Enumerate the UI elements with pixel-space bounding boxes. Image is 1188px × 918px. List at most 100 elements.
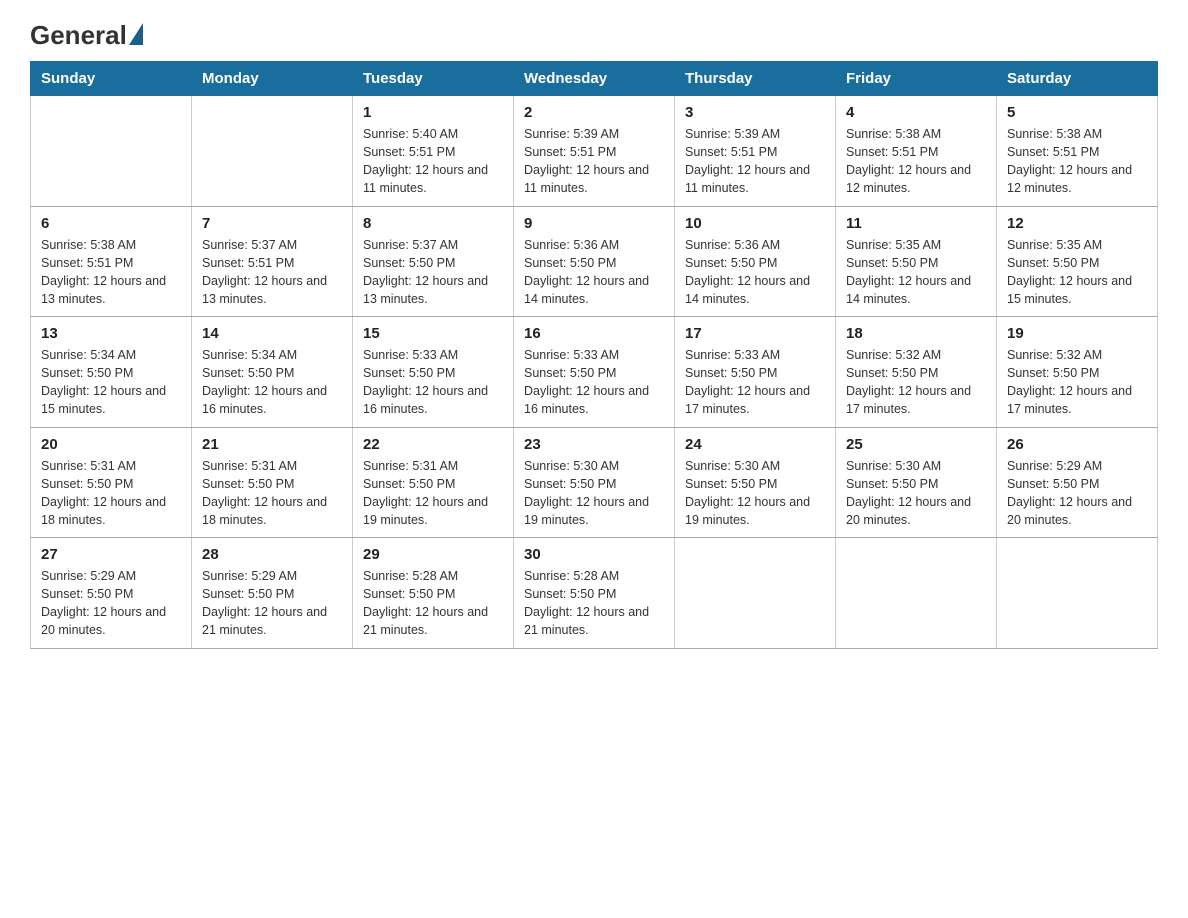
calendar-cell	[675, 538, 836, 649]
logo-triangle-icon	[129, 23, 143, 45]
calendar-cell: 29Sunrise: 5:28 AMSunset: 5:50 PMDayligh…	[353, 538, 514, 649]
day-info: Sunrise: 5:32 AMSunset: 5:50 PMDaylight:…	[1007, 346, 1147, 419]
day-number: 20	[41, 436, 181, 453]
calendar-week-row: 13 Sunrise: 5:34 AMSunset: 5:50 PMDayligh…	[31, 317, 1158, 428]
day-number: 27	[41, 546, 181, 563]
calendar-cell: 5Sunrise: 5:38 AMSunset: 5:51 PMDaylight…	[997, 96, 1158, 207]
day-number: 13	[41, 325, 181, 342]
calendar-cell: 21 Sunrise: 5:31 AMSunset: 5:50 PMDayligh…	[192, 427, 353, 538]
day-info: Sunrise: 5:29 AMSunset: 5:50 PMDaylight:…	[1007, 457, 1147, 530]
page-header: General	[30, 20, 1158, 47]
calendar-cell: 11 Sunrise: 5:35 AMSunset: 5:50 PMDayligh…	[836, 206, 997, 317]
day-number: 16	[524, 325, 664, 342]
calendar-cell: 12 Sunrise: 5:35 AMSunset: 5:50 PMDayligh…	[997, 206, 1158, 317]
day-info: Sunrise: 5:30 AMSunset: 5:50 PMDaylight:…	[846, 457, 986, 530]
calendar-cell: 28Sunrise: 5:29 AMSunset: 5:50 PMDayligh…	[192, 538, 353, 649]
logo-general-text: General	[30, 20, 127, 51]
calendar-cell: 30 Sunrise: 5:28 AMSunset: 5:50 PMDayligh…	[514, 538, 675, 649]
day-number: 18	[846, 325, 986, 342]
day-number: 4	[846, 104, 986, 121]
day-number: 6	[41, 215, 181, 232]
day-number: 11	[846, 215, 986, 232]
column-header-friday: Friday	[836, 62, 997, 96]
day-info: Sunrise: 5:40 AMSunset: 5:51 PMDaylight:…	[363, 125, 503, 198]
column-header-wednesday: Wednesday	[514, 62, 675, 96]
day-number: 5	[1007, 104, 1147, 121]
column-header-monday: Monday	[192, 62, 353, 96]
day-info: Sunrise: 5:35 AMSunset: 5:50 PMDaylight:…	[846, 236, 986, 309]
calendar-cell: 27 Sunrise: 5:29 AMSunset: 5:50 PMDayligh…	[31, 538, 192, 649]
day-info: Sunrise: 5:29 AMSunset: 5:50 PMDaylight:…	[202, 567, 342, 640]
day-number: 10	[685, 215, 825, 232]
calendar-header-row: SundayMondayTuesdayWednesdayThursdayFrid…	[31, 62, 1158, 96]
day-info: Sunrise: 5:37 AMSunset: 5:51 PMDaylight:…	[202, 236, 342, 309]
calendar-cell: 24 Sunrise: 5:30 AMSunset: 5:50 PMDayligh…	[675, 427, 836, 538]
day-number: 12	[1007, 215, 1147, 232]
day-number: 23	[524, 436, 664, 453]
day-info: Sunrise: 5:29 AMSunset: 5:50 PMDaylight:…	[41, 567, 181, 640]
calendar-cell: 9 Sunrise: 5:36 AMSunset: 5:50 PMDaylight…	[514, 206, 675, 317]
column-header-thursday: Thursday	[675, 62, 836, 96]
day-info: Sunrise: 5:33 AMSunset: 5:50 PMDaylight:…	[524, 346, 664, 419]
day-number: 30	[524, 546, 664, 563]
day-number: 9	[524, 215, 664, 232]
calendar-week-row: 20 Sunrise: 5:31 AMSunset: 5:50 PMDayligh…	[31, 427, 1158, 538]
day-number: 26	[1007, 436, 1147, 453]
day-info: Sunrise: 5:31 AMSunset: 5:50 PMDaylight:…	[363, 457, 503, 530]
calendar-cell: 22 Sunrise: 5:31 AMSunset: 5:50 PMDayligh…	[353, 427, 514, 538]
day-number: 3	[685, 104, 825, 121]
day-info: Sunrise: 5:36 AMSunset: 5:50 PMDaylight:…	[524, 236, 664, 309]
calendar-cell	[192, 96, 353, 207]
day-number: 14	[202, 325, 342, 342]
day-number: 1	[363, 104, 503, 121]
calendar-cell: 18 Sunrise: 5:32 AMSunset: 5:50 PMDayligh…	[836, 317, 997, 428]
day-info: Sunrise: 5:28 AMSunset: 5:50 PMDaylight:…	[524, 567, 664, 640]
day-number: 2	[524, 104, 664, 121]
day-info: Sunrise: 5:28 AMSunset: 5:50 PMDaylight:…	[363, 567, 503, 640]
calendar-cell: 7 Sunrise: 5:37 AMSunset: 5:51 PMDaylight…	[192, 206, 353, 317]
calendar-cell: 4 Sunrise: 5:38 AMSunset: 5:51 PMDaylight…	[836, 96, 997, 207]
calendar-table: SundayMondayTuesdayWednesdayThursdayFrid…	[30, 61, 1158, 649]
day-info: Sunrise: 5:37 AMSunset: 5:50 PMDaylight:…	[363, 236, 503, 309]
calendar-cell: 26 Sunrise: 5:29 AMSunset: 5:50 PMDayligh…	[997, 427, 1158, 538]
day-number: 22	[363, 436, 503, 453]
calendar-cell: 23Sunrise: 5:30 AMSunset: 5:50 PMDayligh…	[514, 427, 675, 538]
calendar-cell: 13Sunrise: 5:34 AMSunset: 5:50 PMDayligh…	[31, 317, 192, 428]
calendar-cell: 14 Sunrise: 5:34 AMSunset: 5:50 PMDayligh…	[192, 317, 353, 428]
day-number: 15	[363, 325, 503, 342]
day-info: Sunrise: 5:33 AMSunset: 5:50 PMDaylight:…	[363, 346, 503, 419]
calendar-cell: 8Sunrise: 5:37 AMSunset: 5:50 PMDaylight…	[353, 206, 514, 317]
day-info: Sunrise: 5:31 AMSunset: 5:50 PMDaylight:…	[202, 457, 342, 530]
calendar-cell: 6 Sunrise: 5:38 AMSunset: 5:51 PMDaylight…	[31, 206, 192, 317]
calendar-cell: 25 Sunrise: 5:30 AMSunset: 5:50 PMDayligh…	[836, 427, 997, 538]
calendar-cell: 20 Sunrise: 5:31 AMSunset: 5:50 PMDayligh…	[31, 427, 192, 538]
day-number: 19	[1007, 325, 1147, 342]
day-number: 25	[846, 436, 986, 453]
day-number: 7	[202, 215, 342, 232]
calendar-cell: 3 Sunrise: 5:39 AMSunset: 5:51 PMDaylight…	[675, 96, 836, 207]
column-header-saturday: Saturday	[997, 62, 1158, 96]
calendar-cell: 1 Sunrise: 5:40 AMSunset: 5:51 PMDaylight…	[353, 96, 514, 207]
day-info: Sunrise: 5:30 AMSunset: 5:50 PMDaylight:…	[685, 457, 825, 530]
logo: General	[30, 20, 145, 47]
column-header-sunday: Sunday	[31, 62, 192, 96]
day-number: 24	[685, 436, 825, 453]
day-info: Sunrise: 5:38 AMSunset: 5:51 PMDaylight:…	[41, 236, 181, 309]
day-info: Sunrise: 5:38 AMSunset: 5:51 PMDaylight:…	[846, 125, 986, 198]
day-info: Sunrise: 5:35 AMSunset: 5:50 PMDaylight:…	[1007, 236, 1147, 309]
day-number: 17	[685, 325, 825, 342]
calendar-cell: 10 Sunrise: 5:36 AMSunset: 5:50 PMDayligh…	[675, 206, 836, 317]
day-info: Sunrise: 5:39 AMSunset: 5:51 PMDaylight:…	[685, 125, 825, 198]
calendar-week-row: 27 Sunrise: 5:29 AMSunset: 5:50 PMDayligh…	[31, 538, 1158, 649]
calendar-cell: 15 Sunrise: 5:33 AMSunset: 5:50 PMDayligh…	[353, 317, 514, 428]
calendar-cell: 17Sunrise: 5:33 AMSunset: 5:50 PMDayligh…	[675, 317, 836, 428]
calendar-cell: 2 Sunrise: 5:39 AMSunset: 5:51 PMDaylight…	[514, 96, 675, 207]
day-info: Sunrise: 5:39 AMSunset: 5:51 PMDaylight:…	[524, 125, 664, 198]
day-info: Sunrise: 5:34 AMSunset: 5:50 PMDaylight:…	[202, 346, 342, 419]
day-info: Sunrise: 5:31 AMSunset: 5:50 PMDaylight:…	[41, 457, 181, 530]
day-info: Sunrise: 5:32 AMSunset: 5:50 PMDaylight:…	[846, 346, 986, 419]
calendar-week-row: 1 Sunrise: 5:40 AMSunset: 5:51 PMDaylight…	[31, 96, 1158, 207]
day-info: Sunrise: 5:36 AMSunset: 5:50 PMDaylight:…	[685, 236, 825, 309]
day-number: 21	[202, 436, 342, 453]
column-header-tuesday: Tuesday	[353, 62, 514, 96]
